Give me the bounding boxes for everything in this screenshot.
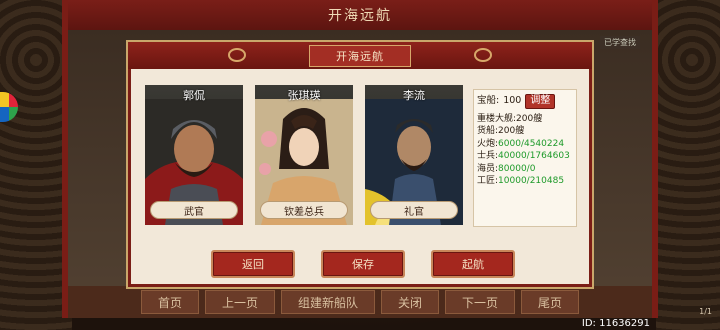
treasure-ship-row: 宝船: 100 调整	[477, 94, 573, 109]
voyage-dialog: 开海远航 郭侃 武官 张琪瑛 钦差总兵 李流 礼官 宝船: 100 调整 重楼大…	[128, 42, 592, 287]
stat-line: 重楼大舰:200艘	[477, 113, 573, 126]
dialog-actions: 返回 保存 起航	[211, 250, 515, 278]
page-indicator: 1/1	[699, 307, 712, 316]
stat-label: 重楼大舰:	[477, 113, 517, 124]
adjust-button[interactable]: 调整	[525, 94, 556, 109]
first-page-button[interactable]: 首页	[140, 290, 199, 314]
back-button[interactable]: 返回	[211, 250, 295, 278]
outer-list-tag[interactable]: 已学查找	[600, 36, 640, 49]
user-id: ID: 11636291	[581, 318, 650, 329]
officer-cards: 郭侃 武官 张琪瑛 钦差总兵 李流 礼官	[145, 85, 463, 225]
stat-line: 海员:80000/0	[477, 163, 573, 176]
stat-value: 6000/4540224	[498, 138, 565, 149]
set-sail-button[interactable]: 起航	[431, 250, 515, 278]
stat-label: 火炮:	[477, 138, 499, 149]
stat-value: 200艘	[498, 126, 525, 136]
stat-value: 40000/1764603	[498, 151, 570, 161]
officer-card-rites[interactable]: 李流 礼官	[365, 85, 463, 225]
dialog-header: 开海远航	[128, 42, 592, 69]
officer-card-general[interactable]: 郭侃 武官	[145, 85, 243, 225]
outer-title: 开海远航	[68, 0, 652, 30]
officer-name: 李流	[403, 89, 425, 102]
stat-label: 士兵:	[477, 151, 499, 161]
stat-line: 士兵:40000/1764603	[477, 150, 573, 163]
stat-line: 火炮:6000/4540224	[477, 138, 573, 151]
last-page-button[interactable]: 尾页	[521, 290, 580, 314]
dialog-title: 开海远航	[309, 44, 411, 67]
stat-value: 10000/210485	[498, 176, 565, 186]
stat-label: 货船:	[477, 126, 499, 136]
close-button[interactable]: 关闭	[381, 290, 440, 314]
right-cloud-pattern	[656, 0, 720, 330]
next-page-button[interactable]: 下一页	[445, 290, 516, 314]
officer-role-button[interactable]: 礼官	[370, 201, 458, 219]
prev-page-button[interactable]: 上一页	[204, 290, 275, 314]
officer-name: 张琪瑛	[287, 89, 321, 102]
ornament-icon	[228, 48, 246, 62]
stat-line: 货船:200艘	[477, 125, 573, 138]
treasure-ship-value: 100	[503, 95, 522, 106]
stat-label: 工匠:	[477, 176, 499, 186]
officer-role-button[interactable]: 钦差总兵	[260, 201, 348, 219]
treasure-ship-label: 宝船:	[477, 95, 500, 106]
officer-card-envoy[interactable]: 张琪瑛 钦差总兵	[255, 85, 353, 225]
officer-name: 郭侃	[183, 89, 205, 102]
bottom-navigation: 首页 上一页 组建新船队 关闭 下一页 尾页	[68, 286, 652, 318]
stat-label: 海员:	[477, 163, 499, 174]
new-fleet-button[interactable]: 组建新船队	[280, 290, 375, 314]
ornament-icon	[474, 48, 492, 62]
stat-value: 80000/0	[498, 163, 536, 174]
fleet-stats-panel: 宝船: 100 调整 重楼大舰:200艘 货船:200艘 火炮:6000/454…	[473, 89, 577, 227]
stat-line: 工匠:10000/210485	[477, 175, 573, 188]
officer-role-button[interactable]: 武官	[150, 201, 238, 219]
save-button[interactable]: 保存	[321, 250, 405, 278]
stat-value: 200艘	[516, 113, 543, 124]
